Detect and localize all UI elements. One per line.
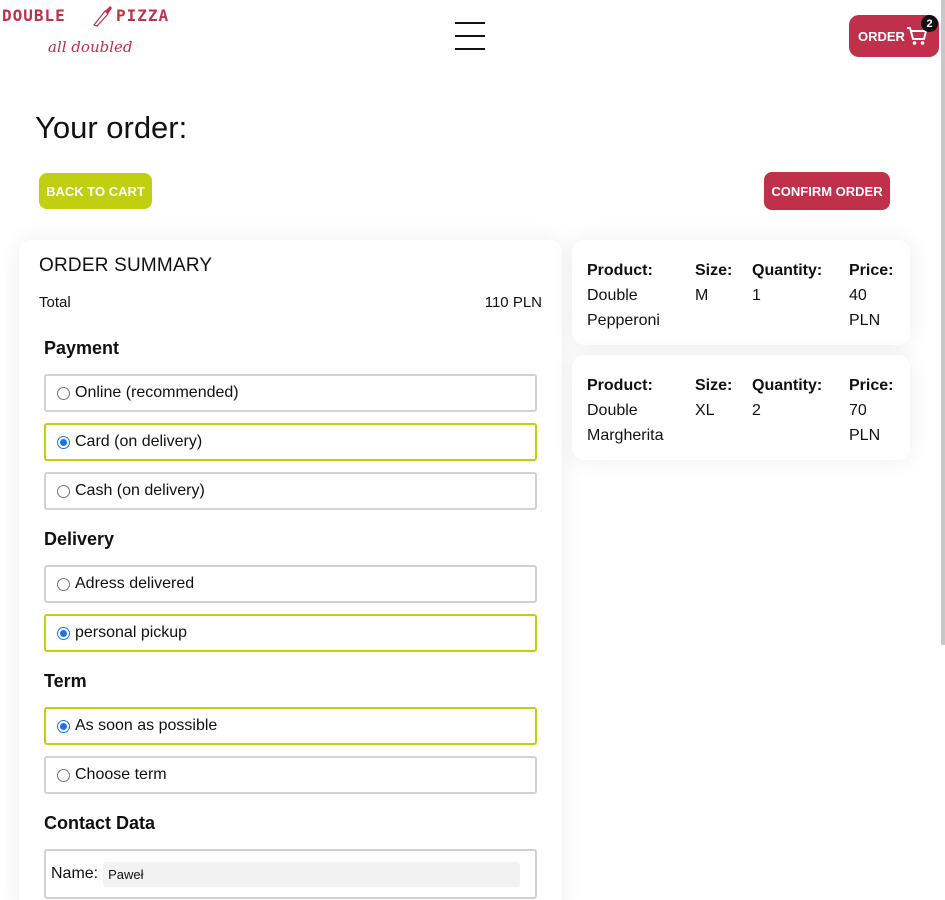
size-value: M [695, 287, 709, 304]
logo-text-left: DOUBLE [2, 6, 66, 25]
size-header: Size: [695, 377, 733, 394]
radio-button[interactable] [57, 435, 70, 449]
option-label: Card (on delivery) [75, 433, 203, 450]
price-column: Price: 40 PLN [849, 258, 893, 333]
order-cart-button[interactable]: ORDER 2 [849, 15, 939, 57]
confirm-order-button[interactable]: CONFIRM ORDER [764, 172, 890, 210]
radio-button[interactable] [57, 484, 70, 498]
hamburger-menu-icon[interactable] [455, 22, 485, 50]
delivery-option-pickup[interactable]: personal pickup [44, 614, 537, 652]
quantity-value: 2 [752, 402, 761, 419]
radio-button[interactable] [57, 577, 70, 591]
cart-count-badge: 2 [921, 15, 938, 32]
option-label: Cash (on delivery) [75, 482, 205, 499]
pizza-knife-icon [90, 4, 114, 33]
radio-button[interactable] [57, 719, 70, 733]
size-header: Size: [695, 262, 733, 279]
radio-button[interactable] [57, 626, 70, 640]
size-column: Size: M [695, 258, 732, 308]
product-column: Product: Double Pepperoni [587, 258, 660, 333]
size-column: Size: XL [695, 373, 732, 423]
term-title: Term [44, 671, 87, 691]
quantity-value: 1 [752, 287, 761, 304]
price-currency: PLN [849, 427, 881, 444]
product-card: Product: Double Margherita Size: XL Quan… [572, 355, 910, 460]
payment-option-card[interactable]: Card (on delivery) [44, 423, 537, 461]
product-name-line2: Margherita [587, 427, 664, 444]
price-header: Price: [849, 377, 894, 394]
payment-title: Payment [44, 338, 120, 358]
option-label: Choose term [75, 766, 167, 783]
price-value: 40 [849, 287, 867, 304]
order-summary-card: ORDER SUMMARY Total 110 PLN Payment Onli… [19, 240, 562, 900]
quantity-column: Quantity: 2 [752, 373, 822, 423]
delivery-option-address[interactable]: Adress delivered [44, 565, 537, 603]
logo[interactable]: DOUBLE PIZZA all doubled [2, 6, 182, 62]
total-value: 110 PLN [484, 294, 542, 311]
summary-title: ORDER SUMMARY [39, 255, 213, 276]
scrollbar[interactable] [941, 0, 945, 645]
quantity-column: Quantity: 1 [752, 258, 822, 308]
product-header: Product: [587, 377, 653, 394]
delivery-title: Delivery [44, 529, 115, 549]
name-field-row: Name: [44, 849, 537, 899]
option-label: As soon as possible [75, 717, 218, 734]
product-column: Product: Double Margherita [587, 373, 663, 448]
payment-option-cash[interactable]: Cash (on delivery) [44, 472, 537, 510]
radio-button[interactable] [57, 768, 70, 782]
total-label: Total [39, 294, 71, 311]
price-currency: PLN [849, 312, 881, 329]
price-value: 70 [849, 402, 867, 419]
option-label: personal pickup [75, 624, 188, 641]
option-label: Online (recommended) [75, 384, 239, 401]
product-name-line2: Pepperoni [587, 312, 660, 329]
name-label: Name: [51, 865, 99, 882]
payment-option-online[interactable]: Online (recommended) [44, 374, 537, 412]
logo-tagline: all doubled [48, 38, 133, 56]
contact-data-title: Contact Data [44, 813, 156, 833]
product-name-line1: Double [587, 402, 638, 419]
logo-text-right: PIZZA [116, 6, 170, 25]
product-name-line1: Double [587, 287, 638, 304]
term-option-asap[interactable]: As soon as possible [44, 707, 537, 745]
back-to-cart-button[interactable]: BACK TO CART [39, 173, 152, 209]
size-value: XL [695, 402, 715, 419]
price-column: Price: 70 PLN [849, 373, 893, 448]
radio-button[interactable] [57, 386, 70, 400]
option-label: Adress delivered [75, 575, 195, 592]
product-card: Product: Double Pepperoni Size: M Quanti… [572, 240, 910, 345]
order-button-label: ORDER [858, 28, 905, 44]
quantity-header: Quantity: [752, 377, 823, 394]
page-title: Your order: [35, 110, 188, 145]
term-option-choose[interactable]: Choose term [44, 756, 537, 794]
name-input[interactable] [103, 861, 521, 887]
price-header: Price: [849, 262, 894, 279]
product-header: Product: [587, 262, 653, 279]
quantity-header: Quantity: [752, 262, 823, 279]
